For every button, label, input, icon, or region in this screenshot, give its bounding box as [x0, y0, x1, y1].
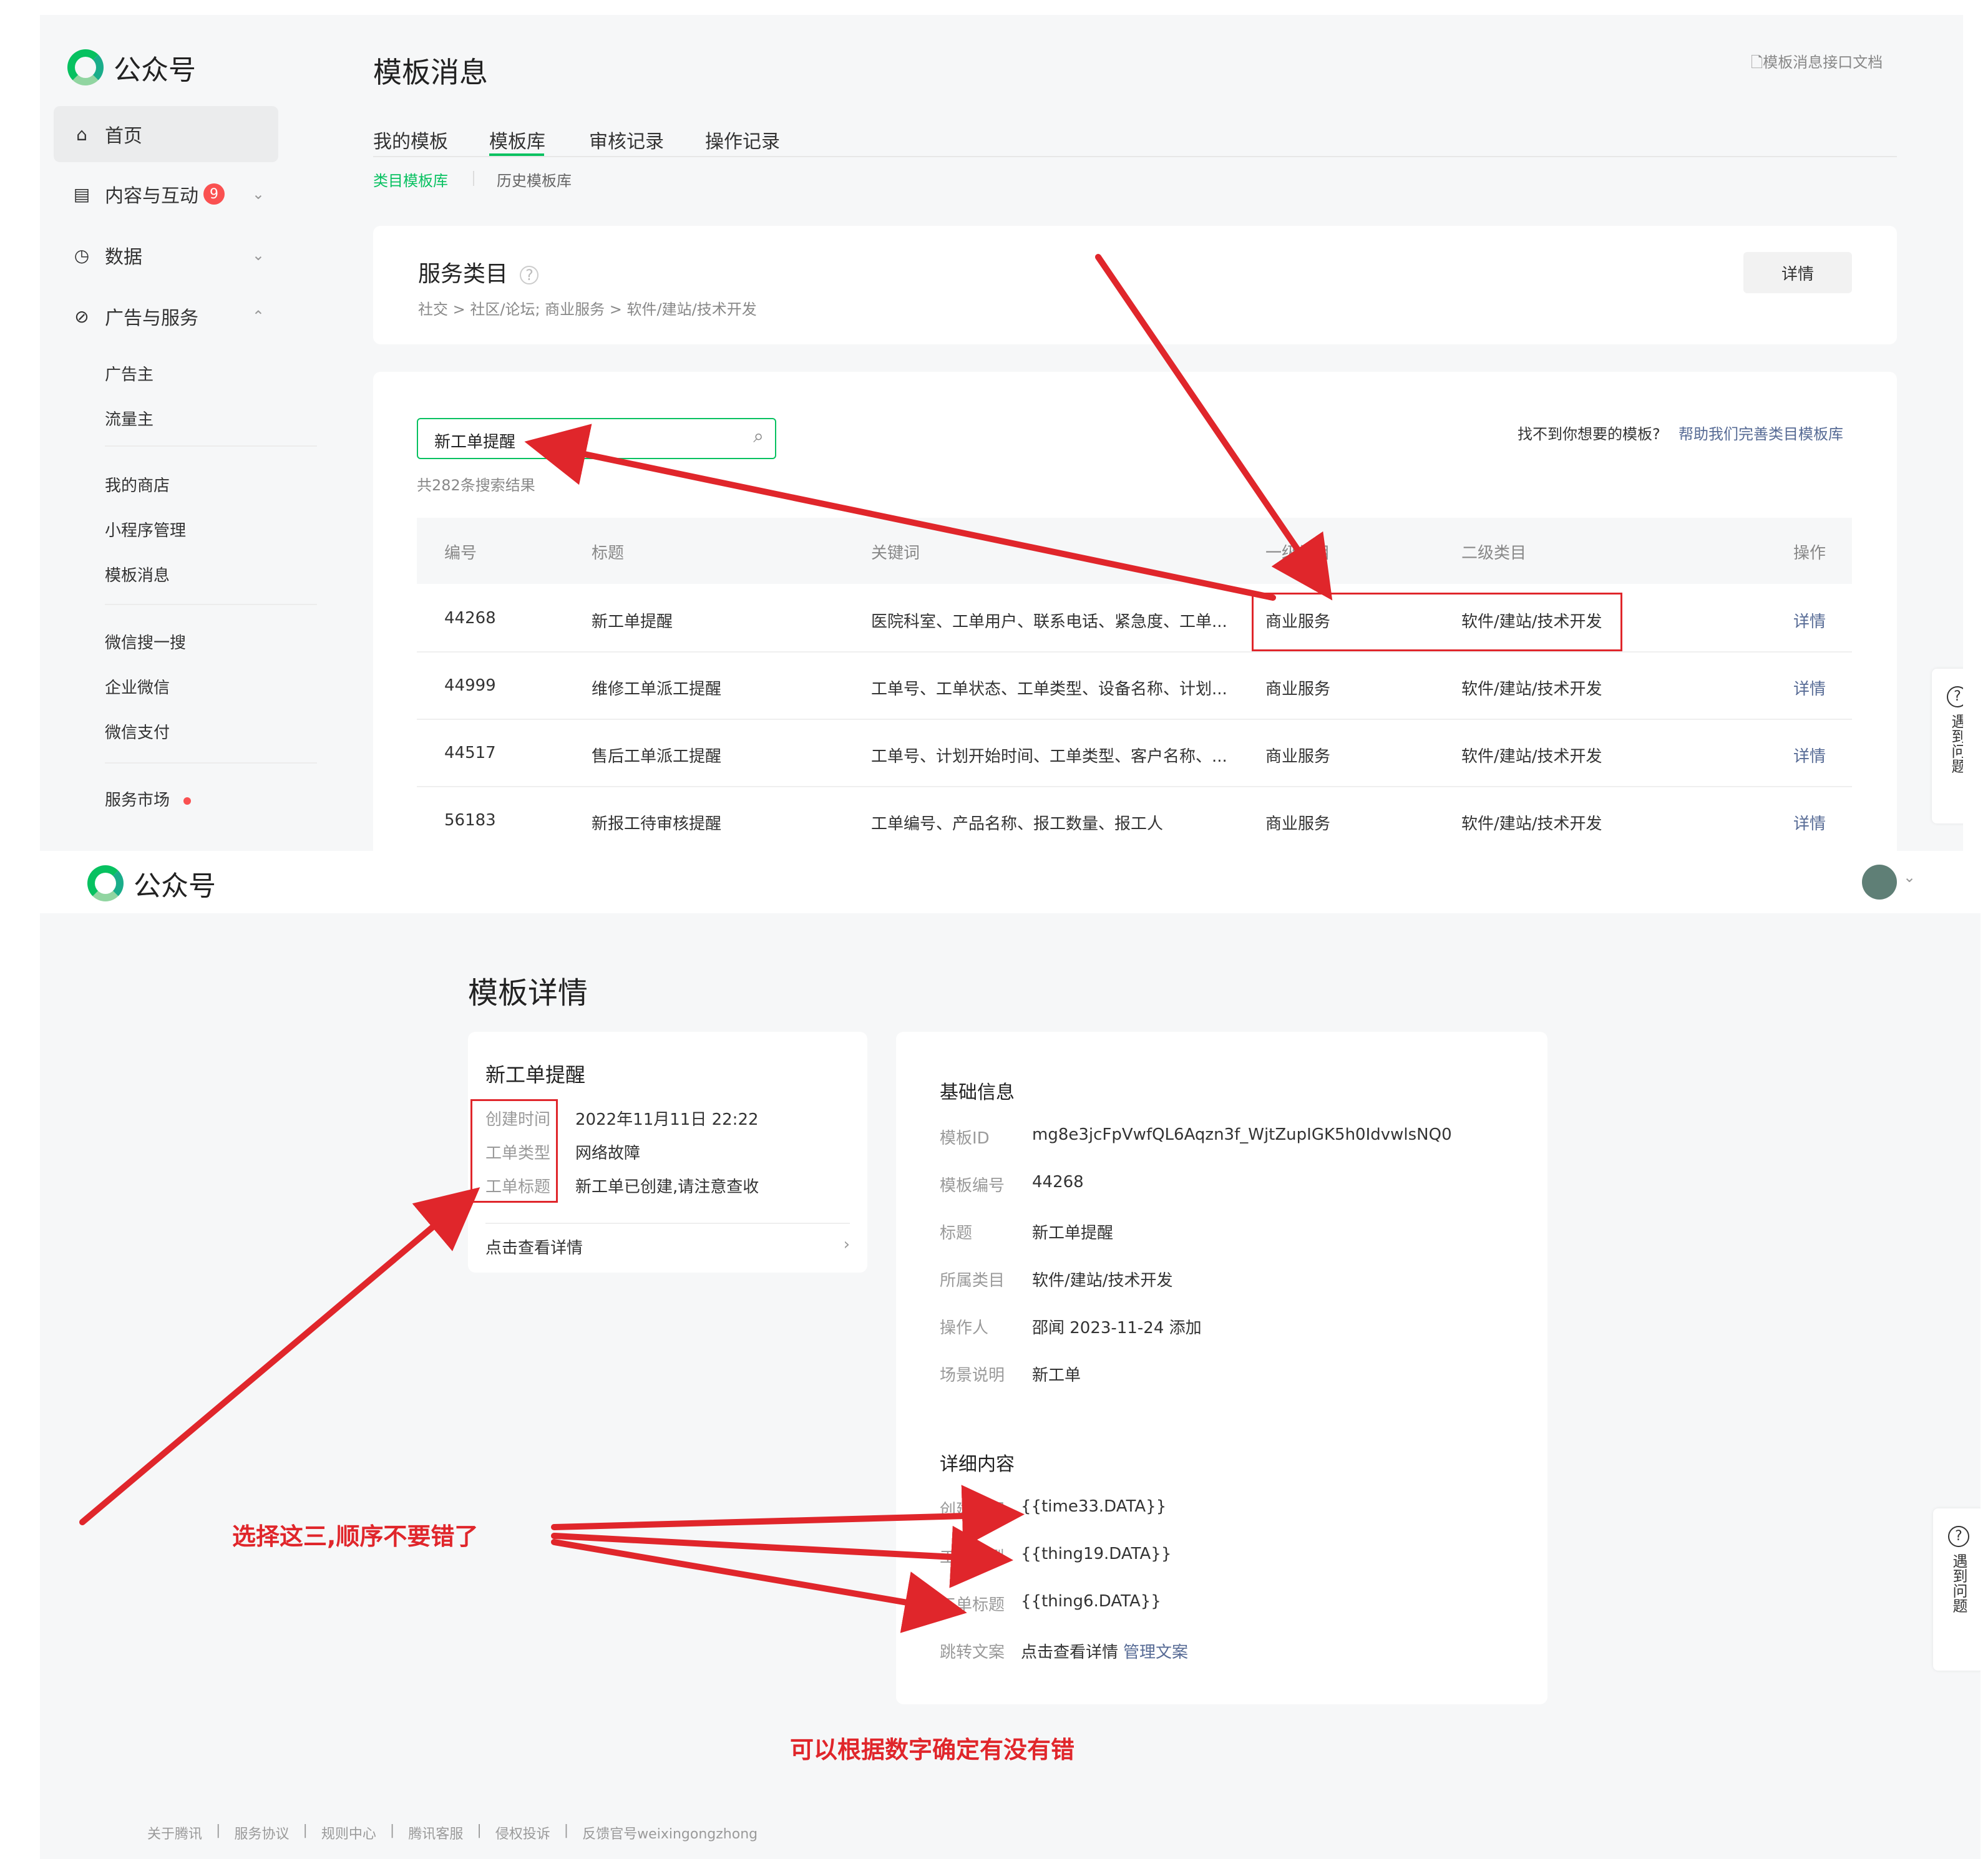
- annotation-arrow: [1095, 254, 1333, 601]
- annotation-arrows: [79, 254, 1333, 1633]
- annotation-arrow: [79, 1187, 480, 1525]
- annotation-arrow: [524, 424, 1276, 601]
- annotation-arrow: [551, 1485, 1025, 1548]
